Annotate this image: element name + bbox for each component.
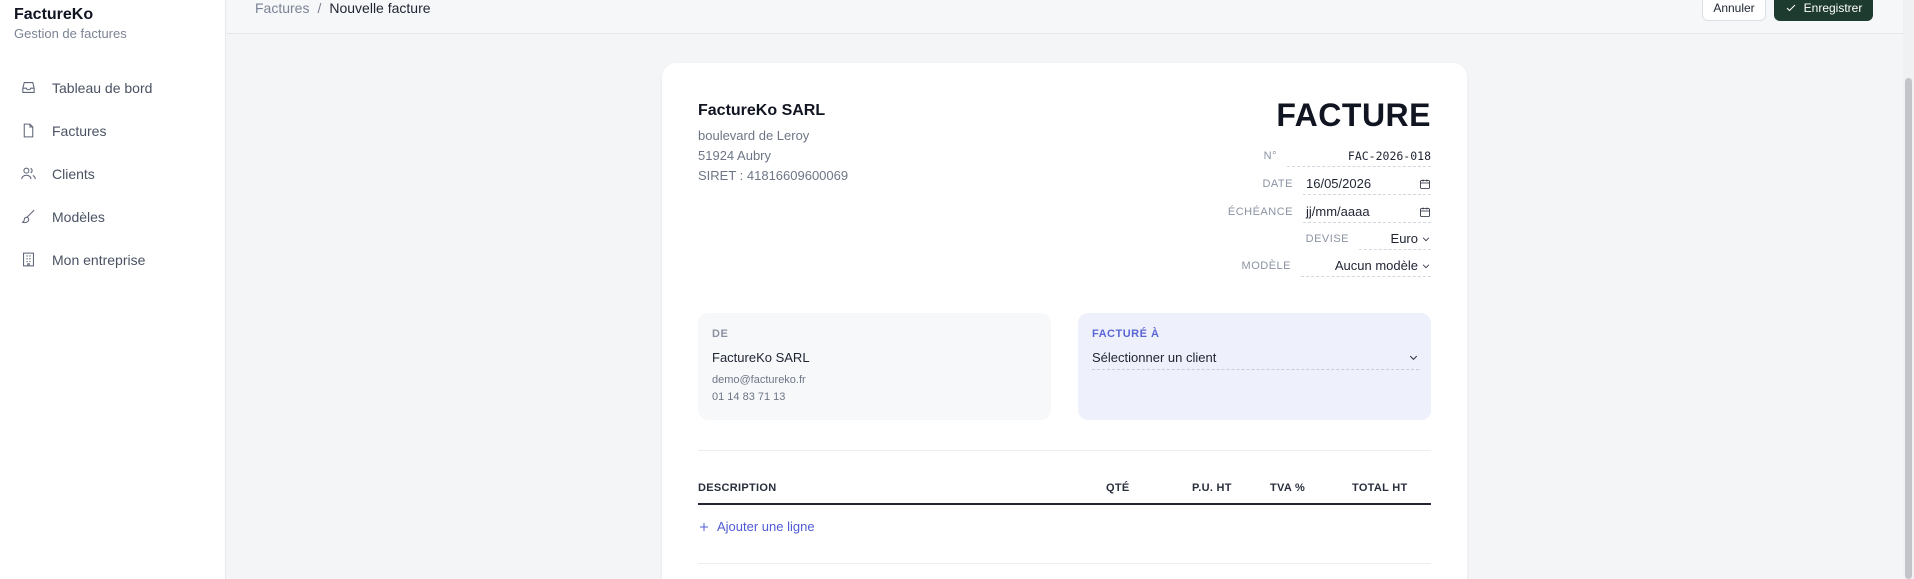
sidebar-item-label: Factures — [52, 122, 107, 139]
invoice-date-value: 16/05/2026 — [1306, 176, 1372, 191]
client-select-placeholder: Sélectionner un client — [1092, 350, 1217, 365]
from-phone: 01 14 83 71 13 — [712, 391, 786, 403]
line-items-table-header: DESCRIPTION QTÉ P.U. HT TVA % TOTAL HT — [698, 473, 1431, 505]
billed-to-label: FACTURÉ À — [1092, 328, 1160, 340]
section-divider — [698, 563, 1431, 564]
invoice-due-placeholder: jj/mm/aaaa — [1306, 204, 1370, 219]
inbox-icon — [22, 82, 35, 93]
invoice-number-label: N° — [1263, 150, 1277, 162]
invoice-currency-row: DEVISE Euro — [1306, 228, 1431, 250]
calendar-icon[interactable] — [1419, 206, 1431, 218]
top-bar: Factures / Nouvelle facture Annuler Enregi… — [227, 0, 1914, 34]
billed-to-section: FACTURÉ À Sélectionner un client — [1078, 313, 1431, 420]
sidebar-item-label: Clients — [52, 165, 95, 182]
from-section: DE FactureKo SARL demo@factureko.fr 01 1… — [698, 313, 1051, 420]
column-header-description: DESCRIPTION — [698, 482, 777, 494]
chevron-down-icon — [1422, 263, 1430, 268]
sidebar-item-label: Modèles — [52, 208, 105, 225]
sidebar-item-clients[interactable]: Clients — [14, 152, 214, 195]
sidebar-item-dashboard[interactable]: Tableau de bord — [14, 66, 214, 109]
company-street: boulevard de Leroy — [698, 128, 810, 143]
client-select[interactable]: Sélectionner un client — [1092, 346, 1419, 370]
breadcrumb-current: Nouvelle facture — [329, 0, 431, 16]
invoice-template-row: MODÈLE Aucun modèle — [1242, 255, 1431, 277]
sidebar-item-invoices[interactable]: Factures — [14, 109, 214, 152]
building-icon — [23, 252, 34, 267]
brand: FactureKo Gestion de factures — [14, 6, 127, 41]
sidebar-nav: Tableau de bord Factures Clients Modèles… — [14, 66, 214, 281]
company-city: 51924 Aubry — [698, 148, 772, 163]
company-name: FactureKo SARL — [698, 102, 826, 119]
currency-select[interactable]: Euro — [1359, 229, 1431, 250]
from-company-name: FactureKo SARL — [712, 350, 810, 365]
invoice-currency-label: DEVISE — [1305, 233, 1349, 245]
breadcrumb-parent-link[interactable]: Factures — [255, 0, 309, 16]
company-siret: SIRET : 41816609600069 — [698, 168, 849, 183]
sidebar-item-label: Tableau de bord — [52, 79, 153, 96]
from-label: DE — [712, 328, 729, 340]
chevron-down-icon — [1422, 236, 1430, 241]
users-icon — [21, 167, 36, 180]
template-select[interactable]: Aucun modèle — [1301, 256, 1431, 277]
chevron-down-icon — [1409, 355, 1418, 360]
page-scrollbar[interactable] — [1903, 0, 1914, 579]
sidebar: FactureKo Gestion de factures Tableau de… — [0, 0, 226, 579]
brand-name: FactureKo — [14, 6, 94, 23]
invoice-number-row: N° FAC-2026-018 — [1264, 145, 1431, 167]
invoice-date-label: DATE — [1262, 178, 1293, 190]
invoice-due-input[interactable]: jj/mm/aaaa — [1303, 202, 1431, 223]
add-line-label: Ajouter une ligne — [717, 519, 815, 534]
invoice-card: FactureKo SARL boulevard de Leroy 51924 … — [662, 63, 1467, 579]
invoice-date-row: DATE 16/05/2026 — [1262, 173, 1431, 195]
invoice-template-label: MODÈLE — [1241, 260, 1291, 272]
check-icon — [1786, 4, 1796, 11]
section-divider — [698, 450, 1431, 451]
column-header-qty: QTÉ — [1106, 482, 1130, 494]
plus-icon — [700, 522, 708, 531]
cancel-button-label: Annuler — [1713, 0, 1755, 15]
scrollbar-thumb[interactable] — [1905, 78, 1912, 579]
save-button-label: Enregistrer — [1803, 0, 1863, 15]
file-icon — [23, 123, 34, 138]
cancel-button[interactable]: Annuler — [1702, 0, 1766, 21]
brush-icon — [21, 209, 35, 224]
column-header-vat: TVA % — [1270, 482, 1306, 494]
breadcrumb: Factures / Nouvelle facture — [255, 0, 431, 16]
invoice-number-input[interactable]: FAC-2026-018 — [1287, 146, 1431, 167]
invoice-title: FACTURE — [1276, 97, 1431, 133]
save-button[interactable]: Enregistrer — [1774, 0, 1873, 21]
currency-value: Euro — [1390, 231, 1418, 246]
sidebar-item-my-company[interactable]: Mon entreprise — [14, 238, 214, 281]
breadcrumb-separator: / — [317, 0, 322, 16]
add-line-button[interactable]: Ajouter une ligne — [698, 519, 815, 534]
invoice-date-input[interactable]: 16/05/2026 — [1303, 174, 1431, 195]
column-header-unit-price: P.U. HT — [1192, 482, 1232, 494]
sidebar-item-label: Mon entreprise — [52, 251, 146, 268]
calendar-icon[interactable] — [1419, 178, 1431, 190]
from-email: demo@factureko.fr — [712, 374, 806, 386]
column-header-total: TOTAL HT — [1352, 482, 1408, 494]
template-value: Aucun modèle — [1334, 258, 1418, 273]
invoice-due-label: ÉCHÉANCE — [1227, 206, 1293, 218]
invoice-due-row: ÉCHÉANCE jj/mm/aaaa — [1228, 201, 1431, 223]
brand-subtitle: Gestion de factures — [14, 26, 127, 41]
sidebar-item-templates[interactable]: Modèles — [14, 195, 214, 238]
